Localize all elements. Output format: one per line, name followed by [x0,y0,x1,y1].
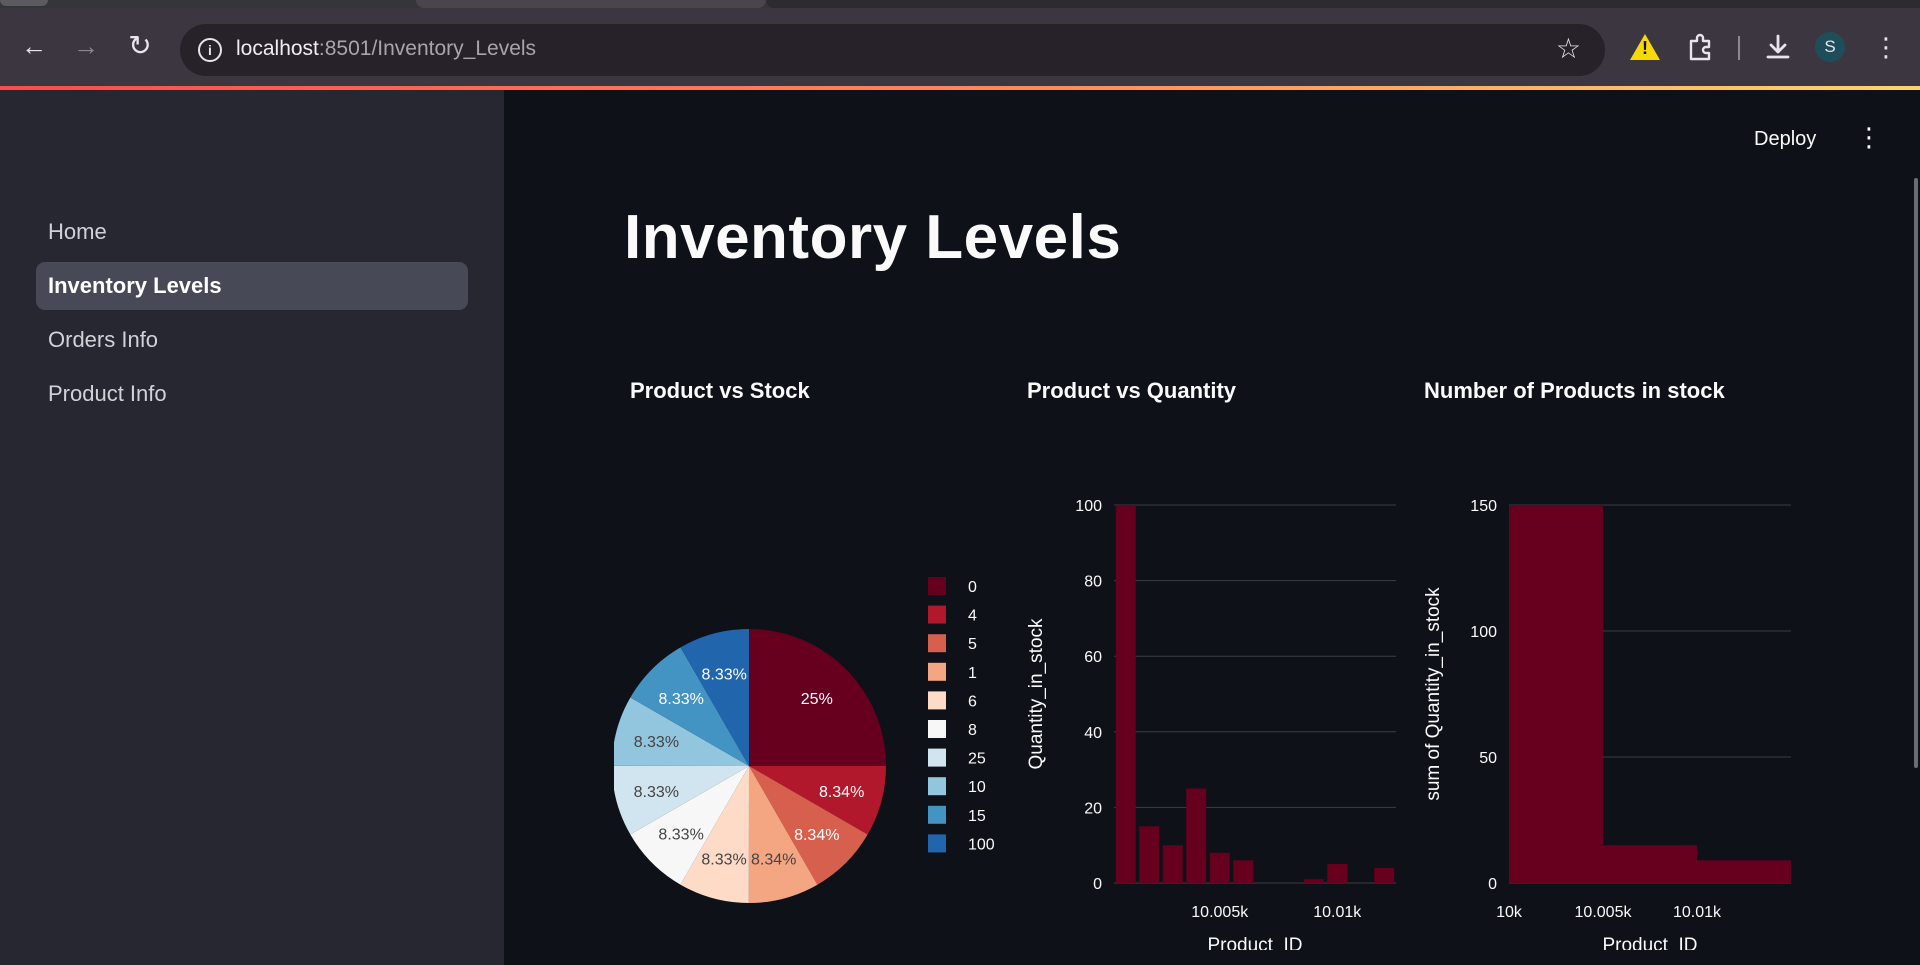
legend-label: 10 [968,779,986,796]
bar [1162,845,1183,883]
bar [1327,864,1348,883]
y-tick-label: 20 [1084,800,1102,817]
y-axis-label: Quantity_in_stock [1026,618,1047,770]
legend-label: 8 [968,722,977,739]
legend-label: 100 [968,836,995,853]
pie-slice-label: 8.34% [751,852,796,869]
pie-slice-label: 8.33% [634,734,679,751]
sidebar-item-orders-info[interactable]: Orders Info [36,316,468,364]
legend-swatch [928,834,946,853]
forward-icon[interactable]: → [70,30,102,62]
pie-chart[interactable]: 25% 0 8.34% 4 8.34% 5 8.34% 1 8.33% 6 8.33% 8 8.33% 2… [614,470,1034,930]
legend-swatch [928,634,946,653]
y-tick-label: 40 [1084,725,1102,742]
legend-swatch [928,662,946,681]
sidebar: Home Inventory Levels Orders Info Produc… [0,90,504,965]
legend-swatch [928,691,946,710]
tab-strip [0,0,1920,8]
chart-title-product-vs-stock: Product vs Stock [630,378,810,403]
x-tick-label: 10.01k [1673,904,1722,921]
deploy-button[interactable]: Deploy [1754,128,1816,151]
scrollbar[interactable] [1914,178,1918,768]
bar [1697,860,1791,883]
legend-label: 15 [968,808,986,825]
browser-tab[interactable] [766,0,1920,8]
y-tick-label: 50 [1479,750,1497,767]
warning-extension-icon[interactable]: ! [1630,32,1660,62]
y-tick-label: 100 [1470,624,1497,641]
browser-menu-icon[interactable]: ⋮ [1872,32,1900,62]
address-bar[interactable]: i localhost:8501/Inventory_Levels ☆ [180,24,1605,76]
x-tick-label: 10.01k [1313,904,1362,921]
y-tick-label: 80 [1084,574,1102,591]
bar-chart-product-vs-quantity[interactable]: 0 20 40 60 80 100 10.005k 10.01k Product_ID Quant… [1014,480,1434,950]
browser-tab-active[interactable] [416,0,766,8]
toolbar-divider [1738,36,1740,60]
chart-title-products-in-stock: Number of Products in stock [1424,378,1725,403]
bar [1509,505,1603,883]
bar [1374,867,1395,883]
sidebar-item-product-info[interactable]: Product Info [36,370,468,418]
bar [1233,860,1254,883]
legend-swatch [928,777,946,796]
legend-swatch [928,720,946,738]
y-tick-label: 150 [1470,498,1497,515]
chart-title-product-vs-quantity: Product vs Quantity [1027,378,1237,403]
x-tick-label: 10.005k [1575,904,1633,921]
x-axis-label: Product_ID [1602,935,1697,950]
legend-label: 4 [968,608,977,625]
legend-label: 0 [968,579,977,596]
pie-slice-label: 8.33% [659,691,704,708]
x-axis-label: Product_ID [1207,935,1302,950]
x-tick-label: 10.005k [1191,904,1249,921]
profile-avatar[interactable]: S [1815,32,1845,62]
bar [1209,852,1230,883]
legend-label: 1 [968,665,977,682]
bar [1603,845,1697,883]
pie-slice-label: 8.33% [702,666,747,683]
y-tick-label: 0 [1488,876,1497,893]
main-menu-icon[interactable]: ⋮ [1856,124,1882,150]
browser-toolbar: ← → ↻ i localhost:8501/Inventory_Levels … [0,8,1920,86]
bar [1139,826,1160,883]
x-tick-label: 10k [1496,904,1523,921]
legend-swatch [928,577,946,595]
pie-slice-label: 8.33% [634,784,679,801]
y-tick-label: 100 [1075,498,1102,515]
y-axis-label: sum of Quantity_in_stock [1423,587,1444,801]
y-tick-label: 60 [1084,649,1102,666]
back-icon[interactable]: ← [18,30,50,62]
y-tick-label: 0 [1093,876,1102,893]
url-text[interactable]: localhost:8501/Inventory_Levels [236,37,536,61]
pie-slice-label: 8.34% [794,827,839,844]
legend-label: 25 [968,751,986,768]
bar [1186,788,1207,883]
legend-label: 5 [968,636,977,653]
site-info-icon[interactable]: i [198,38,222,62]
bar [1115,505,1136,883]
legend-label: 6 [968,693,977,710]
extensions-puzzle-icon[interactable] [1684,32,1716,62]
pie-slice-label: 25% [801,691,833,708]
legend-swatch [928,805,946,824]
download-icon[interactable] [1762,32,1794,62]
reload-icon[interactable]: ↻ [124,30,156,62]
pie-slice-label: 8.33% [701,852,746,869]
main-content: Deploy ⋮ Inventory Levels Product vs Sto… [504,90,1920,965]
sidebar-item-home[interactable]: Home [36,208,468,256]
legend-swatch [928,748,946,767]
pie-slice-label: 8.33% [658,827,703,844]
browser-tab[interactable] [0,0,48,6]
bookmark-star-icon[interactable]: ☆ [1556,32,1581,65]
legend-swatch [928,605,946,624]
bar [1303,879,1324,883]
sidebar-item-inventory-levels[interactable]: Inventory Levels [36,262,468,310]
pie-slice-label: 8.34% [819,784,864,801]
bar-chart-products-in-stock[interactable]: 0 50 100 150 10k 10.005k 10.01k Product_ID sum o… [1409,480,1829,950]
page-title: Inventory Levels [624,203,1122,272]
